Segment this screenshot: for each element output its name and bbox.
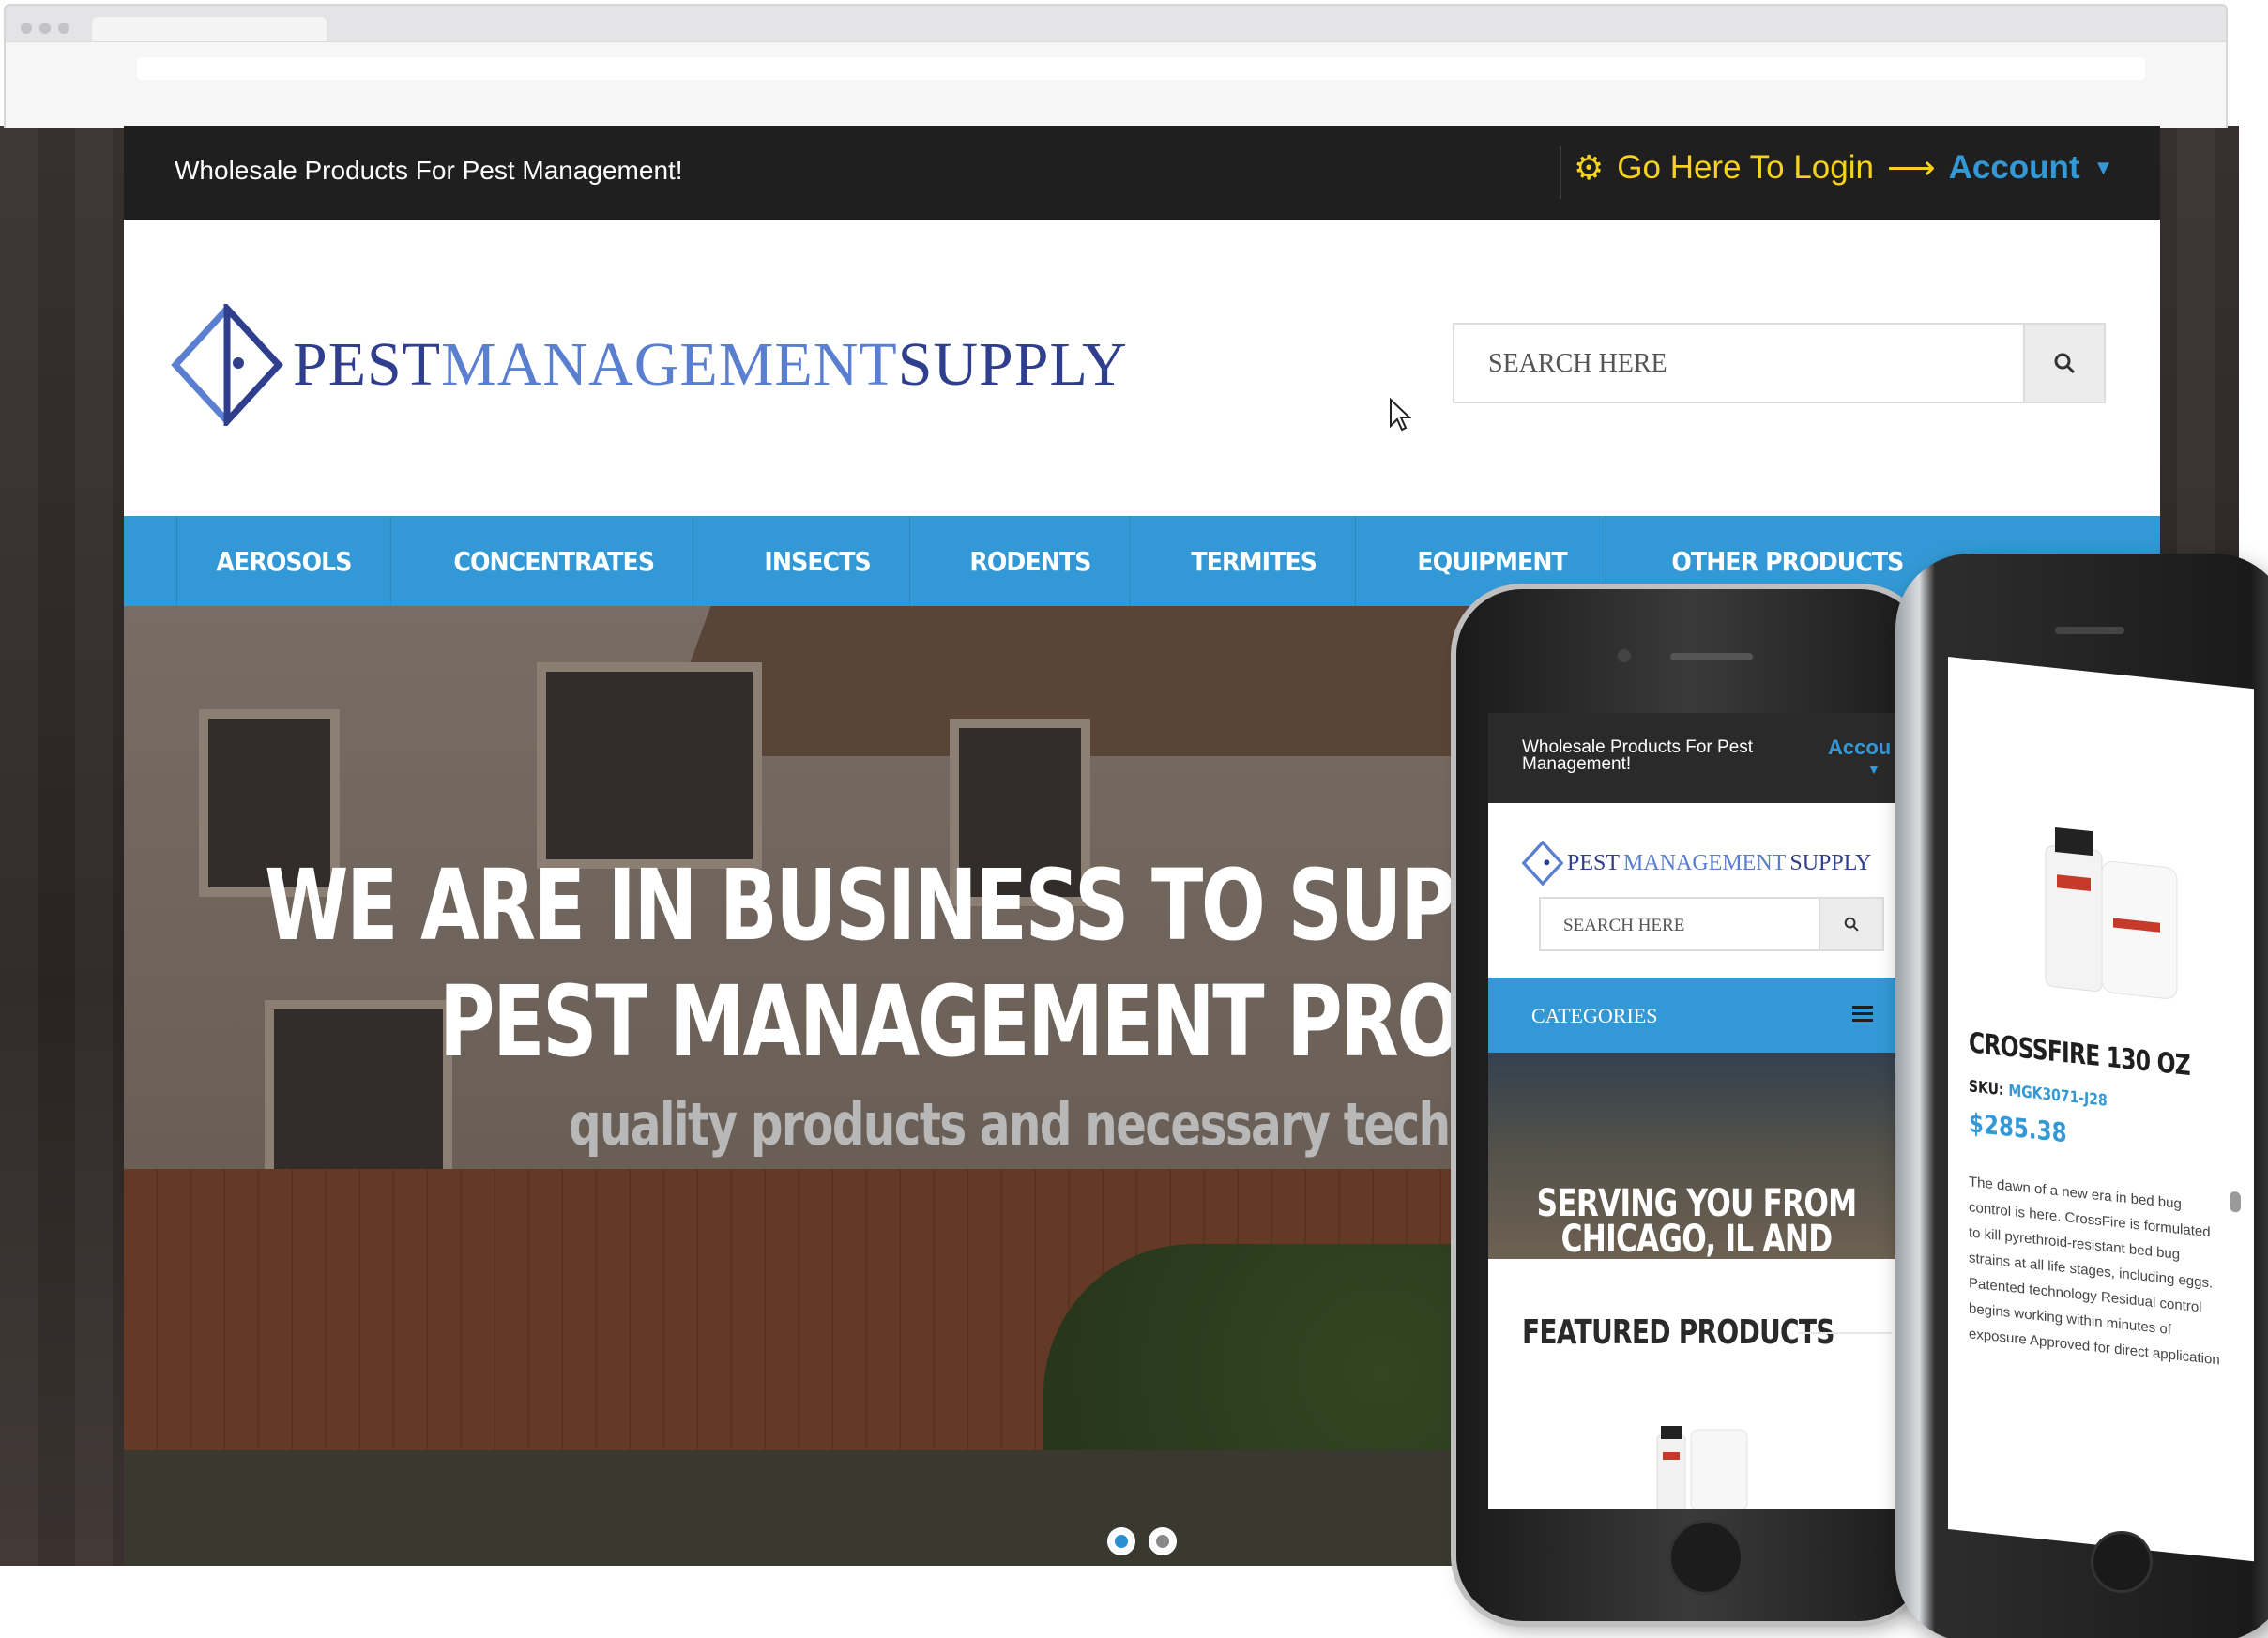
logo-word-management: MANAGEMENT: [441, 330, 898, 399]
product-title: CROSSFIRE 130 OZ: [1969, 1026, 2190, 1084]
mobile-search-button[interactable]: [1820, 897, 1884, 951]
mobile-logo[interactable]: PEST MANAGEMENT SUPPLY: [1522, 841, 1871, 886]
mobile-search-form: SEARCH HERE: [1539, 897, 1884, 951]
featured-products-title: FEATURED PRODUCTS: [1522, 1313, 1834, 1352]
search-button[interactable]: [2025, 323, 2106, 403]
product-description: The dawn of a new era in bed bug control…: [1969, 1174, 2220, 1369]
mobile-tagline: Wholesale Products For Pest Management!: [1522, 737, 1754, 774]
caret-down-icon[interactable]: ▼: [1867, 762, 1880, 777]
product-thumbnail[interactable]: [1601, 1407, 1770, 1509]
slider-dot-2[interactable]: [1149, 1527, 1177, 1555]
nav-item-rodents[interactable]: RODENTS: [931, 516, 1131, 606]
scrollbar-thumb[interactable]: [2230, 1191, 2241, 1213]
window-maximize-dot[interactable]: [58, 23, 69, 34]
search-form: SEARCH HERE: [1453, 323, 2106, 403]
window-controls: [21, 23, 69, 34]
categories-label: CATEGORIES: [1531, 1004, 1658, 1027]
logo-word-supply: SUPPLY: [897, 330, 1128, 399]
window-minimize-dot[interactable]: [39, 23, 51, 34]
nav-item-aerosols[interactable]: AEROSOLS: [177, 516, 391, 606]
mobile-categories-bar[interactable]: CATEGORIES: [1488, 978, 1905, 1053]
mobile-account-menu[interactable]: Accou: [1828, 736, 1891, 760]
mouse-cursor-icon: [1390, 398, 1411, 432]
site-tagline: Wholesale Products For Pest Management!: [175, 156, 683, 185]
mobile-hero: SERVING YOU FROM CHICAGO, IL AND NORTH: [1488, 1053, 1905, 1259]
hero-subline: quality products and necessary technic: [569, 1090, 1521, 1159]
home-button[interactable]: [1668, 1520, 1743, 1595]
logo-diamond-icon: [171, 304, 283, 426]
login-area: ⚙ Go Here To Login ⟶ Account ▼: [1574, 148, 2113, 188]
product-image[interactable]: [1989, 783, 2196, 1011]
search-icon: [2054, 353, 2076, 374]
gear-icon: ⚙: [1574, 148, 1605, 187]
site-header: PESTMANAGEMENTSUPPLY SEARCH HERE: [124, 220, 2160, 516]
hero-headline-2: PEST MANAGEMENT PROF: [439, 964, 1511, 1079]
mobile-hero-line-2: CHICAGO, IL AND NORTH: [1560, 1218, 1833, 1259]
mobile-logo-word-supply: SUPPLY: [1789, 850, 1872, 875]
front-camera: [1618, 649, 1631, 662]
search-icon: [1844, 917, 1859, 932]
slider-dot-1[interactable]: [1107, 1527, 1135, 1555]
mobile-search-input[interactable]: SEARCH HERE: [1539, 897, 1820, 951]
top-bar: Wholesale Products For Pest Management! …: [124, 126, 2160, 220]
sku-value: MGK3071-J28: [2008, 1081, 2108, 1111]
search-input[interactable]: SEARCH HERE: [1453, 323, 2025, 403]
nav-item-termites[interactable]: TERMITES: [1152, 516, 1357, 606]
sku-label: SKU:: [1969, 1077, 2004, 1100]
hamburger-menu-icon[interactable]: [1852, 1004, 1873, 1023]
hero-headline-1: WE ARE IN BUSINESS TO SUPP: [265, 848, 1510, 963]
caret-down-icon[interactable]: ▼: [2093, 156, 2114, 180]
browser-toolbar: [6, 41, 2226, 128]
product-price: $285.38: [1969, 1107, 2067, 1149]
login-link[interactable]: Go Here To Login: [1617, 149, 1874, 187]
phone-mockup-home: Wholesale Products For Pest Management! …: [1456, 589, 1926, 1621]
mobile-screen-home: Wholesale Products For Pest Management! …: [1488, 713, 1905, 1509]
nav-item-concentrates[interactable]: CONCENTRATES: [415, 516, 694, 606]
logo-diamond-icon: [1522, 841, 1563, 886]
arrow-right-icon: ⟶: [1886, 148, 1936, 187]
mobile-logo-word-management: MANAGEMENT: [1623, 850, 1787, 875]
browser-chrome: [4, 4, 2228, 128]
account-menu[interactable]: Account: [1949, 149, 2080, 187]
nav-item-insects[interactable]: INSECTS: [725, 516, 910, 606]
topbar-divider: [1560, 146, 1561, 199]
speaker: [2055, 627, 2124, 634]
home-button[interactable]: [2091, 1531, 2153, 1593]
mobile-top-bar: Wholesale Products For Pest Management! …: [1488, 713, 1905, 803]
mobile-screen-product: CROSSFIRE 130 OZ SKU: MGK3071-J28 $285.3…: [1948, 657, 2254, 1562]
window-close-dot[interactable]: [21, 23, 32, 34]
logo-word-pest: PEST: [293, 330, 442, 399]
stage: Wholesale Products For Pest Management! …: [0, 0, 2268, 1638]
product-sku: SKU: MGK3071-J28: [1969, 1077, 2108, 1111]
mobile-logo-word-pest: PEST: [1567, 850, 1621, 875]
featured-divider: [1798, 1332, 1892, 1334]
phone-mockup-product: CROSSFIRE 130 OZ SKU: MGK3071-J28 $285.3…: [1895, 554, 2268, 1638]
address-bar[interactable]: [137, 57, 2145, 80]
speaker: [1670, 653, 1753, 660]
site-logo[interactable]: PESTMANAGEMENTSUPPLY: [171, 304, 1128, 426]
slider-pager: [1107, 1527, 1177, 1555]
